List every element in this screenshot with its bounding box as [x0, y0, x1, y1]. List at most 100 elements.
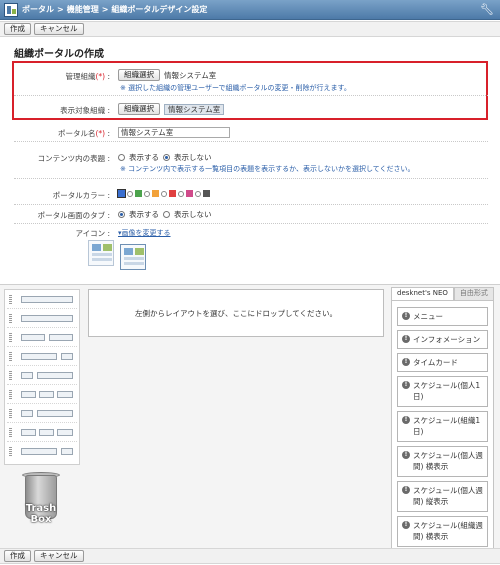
portal-icon-option[interactable]: [88, 240, 114, 266]
layout-item[interactable]: [7, 290, 77, 309]
admin-org-note: ※ 選択した組織の管理ユーザーで組織ポータルの変更・削除が行えます。: [120, 84, 351, 92]
breadcrumb-function-admin[interactable]: 機能管理: [67, 5, 99, 14]
content-title-row: コンテンツ内の表題 : 表示する 表示しない ※ コンテンツ内で表示する一覧項目…: [14, 142, 488, 179]
create-button[interactable]: 作成: [4, 23, 31, 35]
layout-item[interactable]: [7, 328, 77, 347]
cancel-button[interactable]: キャンセル: [34, 23, 84, 35]
widget-item[interactable]: ! スケジュール(組織1日): [397, 411, 488, 442]
content-title-label: コンテンツ内の表題 :: [37, 154, 110, 163]
color-swatch[interactable]: [135, 190, 142, 197]
icon-row: アイコン : ▾画像を変更する: [14, 224, 488, 276]
admin-org-name: 情報システム室: [164, 70, 217, 80]
breadcrumb: ポータル > 機能管理 > 組織ポータルデザイン設定: [22, 4, 207, 15]
content-title-options: 表示する 表示しない: [118, 152, 212, 163]
portal-name-row: ポータル名(*) : 情報システム室: [14, 124, 488, 142]
widget-item[interactable]: ! インフォメーション: [397, 330, 488, 349]
drag-icon: !: [402, 521, 410, 529]
portal-tab-hide-radio[interactable]: [163, 211, 170, 218]
cancel-button-bottom[interactable]: キャンセル: [34, 550, 84, 562]
drag-icon: !: [402, 312, 410, 320]
target-org-label: 表示対象組織 :: [60, 106, 110, 115]
widget-item[interactable]: ! タイムカード: [397, 353, 488, 372]
breadcrumb-separator: >: [57, 5, 64, 14]
content-title-show-radio[interactable]: [118, 154, 125, 161]
layout-item[interactable]: [7, 442, 77, 461]
breadcrumb-separator: >: [101, 5, 109, 14]
portal-form: 組織ポータルの作成 管理組織(*) : 組織選択 情報システム室 ※ 選択した組…: [0, 40, 500, 284]
content-title-hide-radio[interactable]: [163, 154, 170, 161]
widget-list: ! メニュー ! インフォメーション ! タイムカード ! スケジュール(個人1日) !…: [391, 300, 494, 549]
portal-name-field-wrap: 情報システム室: [118, 127, 230, 138]
tab-desknets-neo[interactable]: desknet's NEO: [391, 287, 454, 300]
widget-item[interactable]: ! スケジュール(組織週間) 横表示: [397, 516, 488, 547]
portal-tab-row: ポータル画面のタブ : 表示する 表示しない: [14, 205, 488, 224]
color-radio[interactable]: [161, 190, 167, 197]
color-swatch[interactable]: [186, 190, 193, 197]
portal-tab-show-radio[interactable]: [118, 211, 125, 218]
widget-item[interactable]: ! スケジュール(個人週間) 横表示: [397, 446, 488, 477]
drag-icon: !: [402, 335, 410, 343]
icon-label: アイコン :: [75, 229, 110, 238]
color-radio[interactable]: [178, 190, 184, 197]
layout-workspace: Trash Box 左側からレイアウトを選び、ここにドロップしてください。 de…: [0, 284, 500, 549]
color-radio[interactable]: [127, 190, 133, 197]
portal-tab-show-label[interactable]: 表示する: [129, 209, 159, 220]
admin-org-select-button[interactable]: 組織選択: [118, 69, 160, 81]
target-org-select-button[interactable]: 組織選択: [118, 103, 160, 115]
wrench-icon[interactable]: 🔧︎: [480, 3, 494, 17]
content-title-show-label[interactable]: 表示する: [129, 152, 159, 163]
widget-panel: desknet's NEO 自由形式 ! メニュー ! インフォメーション ! タイム…: [389, 285, 496, 549]
portal-color-label: ポータルカラー :: [52, 191, 110, 200]
change-image-link[interactable]: ▾画像を変更する: [118, 228, 171, 238]
target-org-row: 表示対象組織 : 組織選択 情報システム室: [14, 100, 488, 117]
portal-app-icon: [4, 2, 18, 17]
trash-box-label: Trash Box: [25, 503, 57, 525]
layout-item[interactable]: [7, 309, 77, 328]
layout-item[interactable]: [7, 385, 77, 404]
top-toolbar: 作成 キャンセル: [0, 21, 500, 37]
drag-icon: !: [402, 416, 410, 424]
title-bar: ポータル > 機能管理 > 組織ポータルデザイン設定 🔧︎: [0, 0, 500, 20]
layout-palette: [4, 289, 80, 465]
drop-zone[interactable]: 左側からレイアウトを選び、ここにドロップしてください。: [88, 289, 384, 337]
drag-icon: !: [402, 358, 410, 366]
widget-tabs: desknet's NEO 自由形式: [391, 287, 494, 300]
admin-org-row: 管理組織(*) : 組織選択 情報システム室 ※ 選択した組織の管理ユーザーで組…: [14, 64, 488, 96]
drag-icon: !: [402, 381, 410, 389]
layout-item[interactable]: [7, 423, 77, 442]
color-swatch[interactable]: [152, 190, 159, 197]
layout-item[interactable]: [7, 347, 77, 366]
layout-item[interactable]: [7, 404, 77, 423]
tab-free-form[interactable]: 自由形式: [453, 287, 494, 300]
breadcrumb-home[interactable]: ポータル: [22, 5, 54, 14]
drag-icon: !: [402, 486, 410, 494]
widget-item[interactable]: ! スケジュール(個人1日): [397, 376, 488, 407]
widget-item[interactable]: ! メニュー: [397, 307, 488, 326]
color-swatch[interactable]: [117, 189, 126, 198]
portal-color-row: ポータルカラー :: [14, 185, 488, 205]
color-swatch[interactable]: [203, 190, 210, 197]
target-org-value: 組織選択 情報システム室: [118, 103, 225, 115]
breadcrumb-current: 組織ポータルデザイン設定: [111, 5, 208, 14]
layout-item[interactable]: [7, 366, 77, 385]
portal-icon-selected[interactable]: [120, 244, 146, 270]
create-button-bottom[interactable]: 作成: [4, 550, 31, 562]
portal-tab-hide-label[interactable]: 表示しない: [174, 209, 212, 220]
content-title-hide-label[interactable]: 表示しない: [174, 152, 212, 163]
bottom-toolbar: 作成 キャンセル: [0, 548, 500, 564]
admin-org-value: 組織選択 情報システム室: [118, 69, 216, 81]
portal-tab-options: 表示する 表示しない: [118, 209, 212, 220]
color-radio[interactable]: [195, 190, 201, 197]
portal-name-input[interactable]: 情報システム室: [118, 127, 230, 138]
target-org-tag[interactable]: 情報システム室: [164, 103, 225, 115]
portal-name-label: ポータル名(*) :: [57, 129, 110, 138]
widget-item[interactable]: ! スケジュール(個人週間) 縦表示: [397, 481, 488, 512]
portal-tab-label: ポータル画面のタブ :: [37, 211, 110, 220]
content-title-note: ※ コンテンツ内で表示する一覧項目の表題を表示するか、表示しないかを選択してくだ…: [120, 165, 415, 173]
admin-org-label: 管理組織(*) :: [65, 72, 110, 81]
page-title: 組織ポータルの作成: [14, 49, 104, 60]
color-radio[interactable]: [144, 190, 150, 197]
color-swatch[interactable]: [169, 190, 176, 197]
trash-box[interactable]: Trash Box: [14, 472, 68, 537]
drag-icon: !: [402, 451, 410, 459]
